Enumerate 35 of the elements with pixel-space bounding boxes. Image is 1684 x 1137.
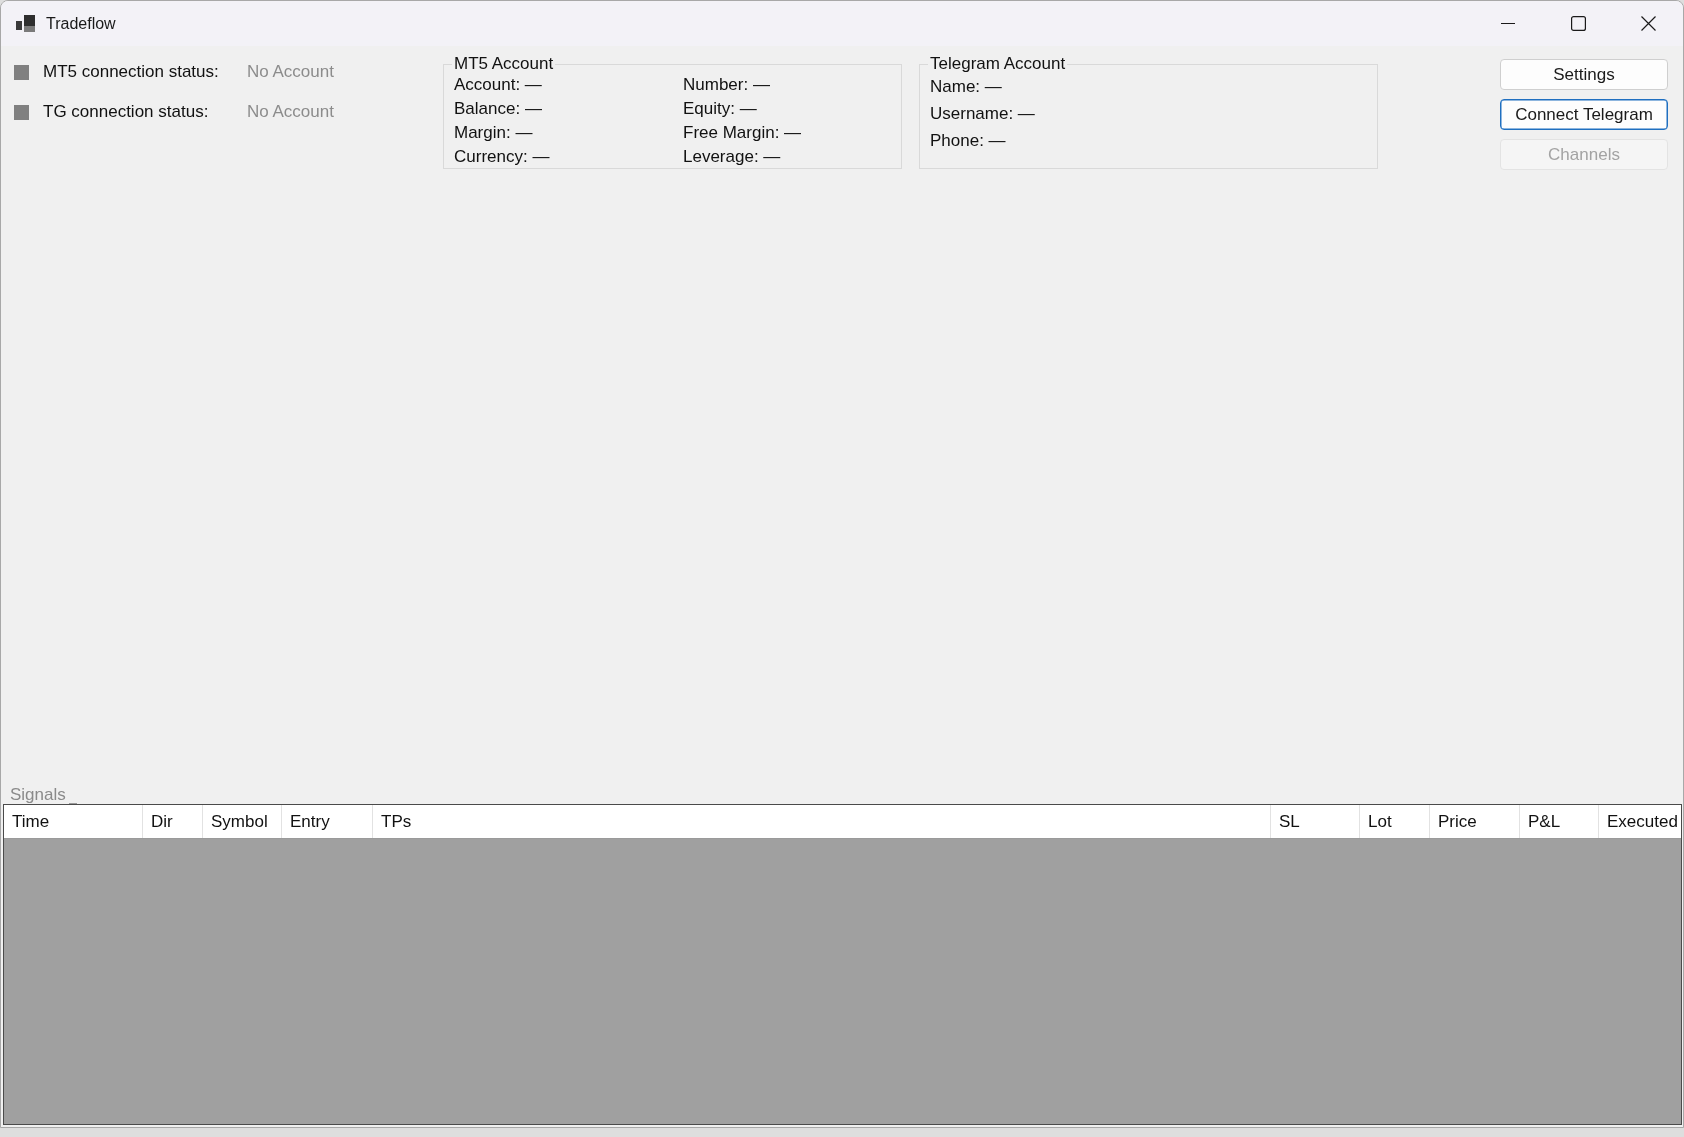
settings-button[interactable]: Settings <box>1500 59 1668 90</box>
account-field: Currency: — <box>454 145 550 169</box>
account-field: Leverage: — <box>683 145 781 169</box>
column-header[interactable]: SL <box>1271 805 1360 838</box>
column-header[interactable]: TPs <box>373 805 1271 838</box>
account-field: Phone: — <box>930 127 1006 154</box>
account-field: Free Margin: — <box>683 121 802 145</box>
column-header[interactable]: Executed <box>1599 805 1681 838</box>
status-value: No Account <box>247 62 334 82</box>
column-header[interactable]: Symbol <box>203 805 282 838</box>
column-header[interactable]: Entry <box>282 805 373 838</box>
app-icon <box>16 15 35 32</box>
minimize-icon <box>1501 23 1515 24</box>
column-header[interactable]: Time <box>4 805 143 838</box>
account-field: Equity: — <box>683 97 757 121</box>
account-field: Account: — <box>454 73 542 97</box>
account-field: Username: — <box>930 100 1035 127</box>
column-header[interactable]: Lot <box>1360 805 1430 838</box>
maximize-icon <box>1570 16 1586 31</box>
status-label: MT5 connection status: <box>43 62 220 82</box>
window-title: Tradeflow <box>46 14 116 33</box>
group-title: Telegram Account <box>929 55 1067 73</box>
status-label: TG connection status: <box>43 102 210 122</box>
group-title: MT5 Account <box>453 55 555 73</box>
column-header[interactable]: Price <box>1430 805 1520 838</box>
account-field: Balance: — <box>454 97 542 121</box>
account-field: Number: — <box>683 73 770 97</box>
column-header[interactable]: P&L <box>1520 805 1599 838</box>
close-icon <box>1640 16 1656 31</box>
section-title: Signals <box>10 786 66 804</box>
connect-button[interactable]: Connect Telegram <box>1500 99 1668 130</box>
status-value: No Account <box>247 102 334 122</box>
column-header[interactable]: Dir <box>143 805 203 838</box>
account-field: Margin: — <box>454 121 533 145</box>
account-field: Name: — <box>930 73 1002 100</box>
